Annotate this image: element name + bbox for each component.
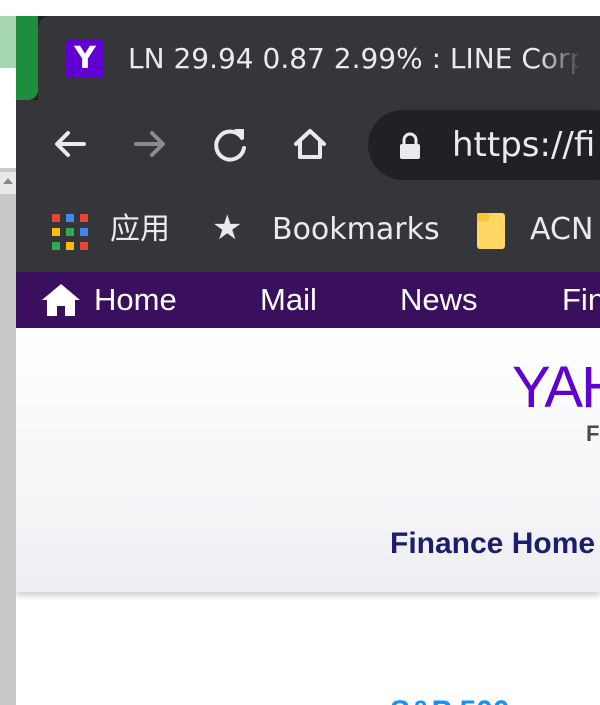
apps-grid-icon[interactable] — [52, 214, 88, 250]
scrollbar-track[interactable] — [0, 194, 16, 705]
strip-green-block — [0, 16, 16, 68]
active-tab[interactable]: Y LN 29.94 0.87 2.99% : LINE Corporation… — [38, 16, 600, 100]
finance-logo-sub[interactable]: FIN — [586, 422, 600, 446]
acn-bookmark-label[interactable]: ACN — [530, 208, 593, 252]
finance-home-link[interactable]: Finance Home — [390, 524, 595, 564]
forward-arrow-icon[interactable] — [126, 120, 174, 168]
yahoo-top-nav: Home Mail News Fin — [16, 272, 600, 328]
lock-icon[interactable] — [398, 132, 422, 160]
nav-finance-link[interactable]: Fin — [562, 272, 600, 328]
browser-toolbar: https://fi — [16, 100, 600, 192]
star-icon[interactable]: ★ — [212, 210, 248, 246]
nav-home-link[interactable]: Home — [94, 272, 177, 328]
web-page: Home Mail News Fin YAH FIN Finance Home … — [16, 272, 600, 705]
strip-top — [0, 0, 16, 16]
tab-group-indicator[interactable] — [16, 16, 38, 100]
yahoo-logo[interactable]: YAH — [512, 358, 600, 418]
back-arrow-icon[interactable] — [46, 120, 94, 168]
scroll-up-arrow-icon[interactable] — [0, 172, 16, 194]
home-icon[interactable] — [286, 120, 334, 168]
sp500-link[interactable]: S&P 500 — [390, 692, 510, 705]
reload-icon[interactable] — [206, 120, 254, 168]
browser-window: Y LN 29.94 0.87 2.99% : LINE Corporation… — [16, 16, 600, 705]
apps-bookmark-label[interactable]: 应用 — [110, 208, 170, 252]
folder-icon[interactable] — [476, 212, 506, 250]
tab-title-fade — [538, 36, 598, 80]
nav-news-link[interactable]: News — [400, 272, 478, 328]
url-text[interactable]: https://fi — [452, 124, 595, 166]
bookmarks-bookmark-label[interactable]: Bookmarks — [272, 208, 440, 252]
finance-header: YAH FIN Finance Home — [16, 328, 600, 592]
bookmarks-bar: 应用 ★ Bookmarks ACN — [16, 192, 600, 272]
tab-title: LN 29.94 0.87 2.99% : LINE Corporation — [128, 42, 578, 75]
yahoo-favicon-icon: Y — [66, 40, 104, 78]
background-window-strip — [0, 0, 16, 705]
nav-mail-link[interactable]: Mail — [260, 272, 317, 328]
address-bar[interactable]: https://fi — [368, 110, 600, 180]
strip-white-block — [0, 68, 16, 168]
home-icon[interactable] — [40, 282, 82, 318]
